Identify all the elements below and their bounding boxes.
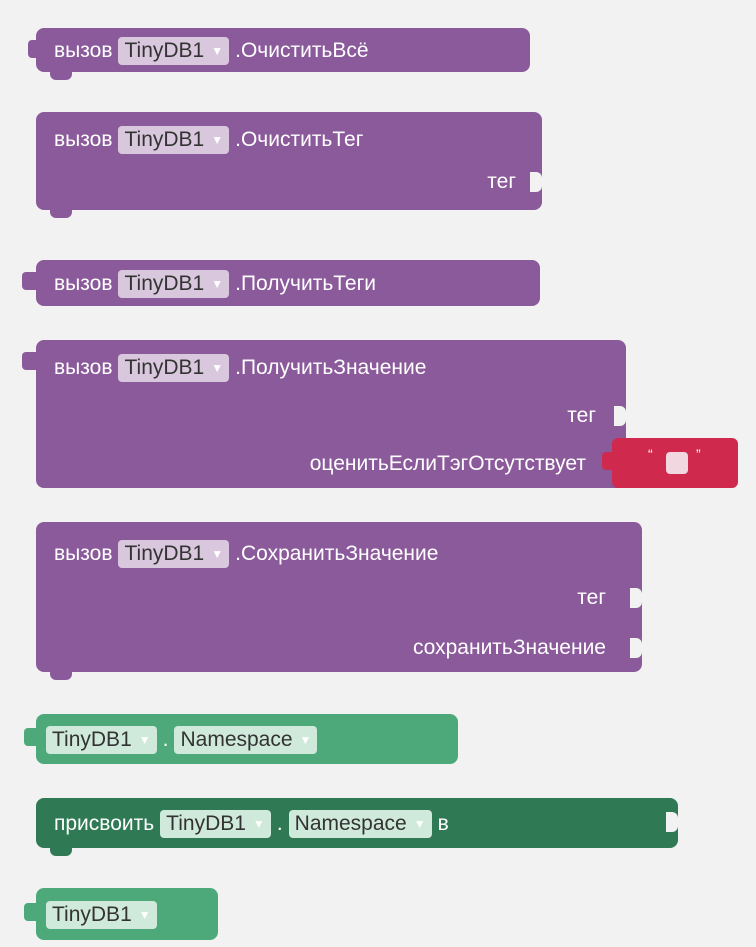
output-connector [22,272,36,290]
call-label: вызов [54,542,113,565]
block-next-tab [50,72,72,80]
dropdown-triangle-icon: ▼ [138,733,151,747]
dropdown-triangle-icon: ▼ [211,44,224,58]
dropdown-triangle-icon: ▼ [211,361,224,375]
dropdown-triangle-icon: ▼ [211,277,224,291]
property-name: Namespace [180,728,293,751]
method-label: .ОчиститьТег [235,128,364,151]
component-name: TinyDB1 [124,356,205,379]
input-socket-tag[interactable] [630,588,642,608]
dropdown-triangle-icon: ▼ [138,908,151,922]
component-dropdown[interactable]: TinyDB1 ▼ [118,354,230,382]
component-dropdown[interactable]: TinyDB1 ▼ [118,270,230,298]
output-connector [602,452,612,470]
input-socket-value[interactable] [630,638,642,658]
component-name: TinyDB1 [124,542,205,565]
method-label: .ПолучитьЗначение [235,356,427,379]
text-block-empty[interactable]: “ ” [602,438,738,488]
block-clear-tag[interactable]: вызов TinyDB1 ▼ .ОчиститьТег тег [36,112,542,218]
output-connector [22,352,36,370]
dot-label: . [276,812,283,835]
call-label: вызов [54,356,113,379]
component-dropdown[interactable]: TinyDB1 ▼ [46,726,157,754]
component-name: TinyDB1 [52,903,132,926]
block-store-value[interactable]: вызов TinyDB1 ▼ .СохранитьЗначение тег со… [36,522,642,680]
dropdown-triangle-icon: ▼ [413,817,426,831]
input-socket-tag[interactable] [614,406,626,426]
block-get-tags[interactable]: вызов TinyDB1 ▼ .ПолучитьТеги [22,260,540,306]
quote-open-icon: “ [648,446,653,462]
dropdown-triangle-icon: ▼ [211,133,224,147]
dropdown-triangle-icon: ▼ [252,817,265,831]
block-connector [28,40,36,58]
method-label: .СохранитьЗначение [235,542,439,565]
method-label: .ОчиститьВсё [235,39,369,62]
arg-tag-label: тег [577,586,606,609]
output-connector [24,903,36,921]
component-dropdown[interactable]: TinyDB1 ▼ [46,901,157,929]
component-name: TinyDB1 [124,39,205,62]
call-label: вызов [54,128,113,151]
call-label: вызов [54,272,113,295]
component-name: TinyDB1 [52,728,132,751]
component-dropdown[interactable]: TinyDB1 ▼ [160,810,271,838]
quote-close-icon: ” [696,446,701,462]
method-label: .ПолучитьТеги [235,272,376,295]
block-next-tab [50,848,72,856]
block-get-value[interactable]: вызов TinyDB1 ▼ .ПолучитьЗначение тег оце… [22,340,626,488]
input-socket-value[interactable] [666,812,678,832]
arg-default-label: оценитьЕслиТэгОтсутствует [309,452,586,475]
component-name: TinyDB1 [166,812,246,835]
to-label: в [437,812,449,835]
block-namespace-getter[interactable]: TinyDB1 ▼ . Namespace ▼ [24,714,458,764]
call-label: вызов [54,39,113,62]
component-dropdown[interactable]: TinyDB1 ▼ [118,37,230,65]
arg-tag-label: тег [487,170,516,193]
block-next-tab [50,210,72,218]
component-dropdown[interactable]: TinyDB1 ▼ [118,126,230,154]
component-name: TinyDB1 [124,272,205,295]
set-label: присвоить [54,812,155,835]
dot-label: . [162,728,169,751]
component-name: TinyDB1 [124,128,205,151]
block-next-tab [50,672,72,680]
block-clear-all[interactable]: вызов TinyDB1 ▼ .ОчиститьВсё [28,28,530,80]
output-connector [24,728,36,746]
property-name: Namespace [294,812,407,835]
arg-value-label: сохранитьЗначение [412,636,606,659]
block-namespace-setter[interactable]: присвоить TinyDB1 ▼ . Namespace ▼ в [36,798,678,856]
input-socket[interactable] [530,172,542,192]
dropdown-triangle-icon: ▼ [299,733,312,747]
arg-tag-label: тег [567,404,596,427]
property-dropdown[interactable]: Namespace ▼ [174,726,318,754]
block-component-ref[interactable]: TinyDB1 ▼ [24,888,218,940]
text-input-field[interactable] [666,452,688,474]
dropdown-triangle-icon: ▼ [211,547,224,561]
component-dropdown[interactable]: TinyDB1 ▼ [118,540,230,568]
property-dropdown[interactable]: Namespace ▼ [288,810,432,838]
